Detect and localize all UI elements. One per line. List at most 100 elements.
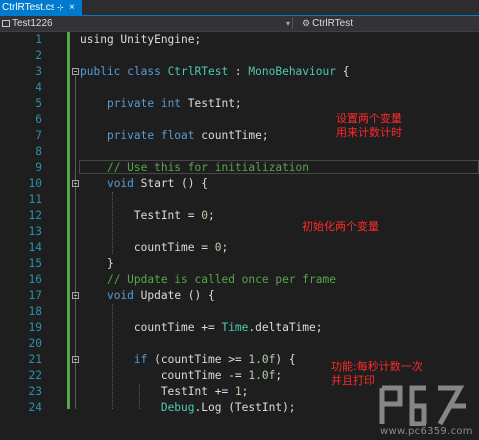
line-number: 7 — [35, 129, 42, 142]
collapse-icon[interactable] — [72, 292, 79, 299]
code-token: void — [106, 177, 134, 190]
code-line[interactable]: 15 } — [0, 256, 479, 272]
code-token: MonoBehaviour — [248, 65, 336, 78]
chevron-down-icon[interactable]: ▾ — [286, 16, 290, 31]
code-text: // Update is called once per frame — [80, 272, 336, 288]
line-number: 11 — [28, 193, 42, 206]
code-line[interactable]: 9 // Use this for initialization — [0, 160, 479, 176]
code-line[interactable]: 2 — [0, 48, 479, 64]
class-name: CtrlRTest — [312, 18, 354, 29]
navigation-bar: Test1226 ▾ ⚙ CtrlRTest — [0, 16, 479, 32]
code-line[interactable]: 4 — [0, 80, 479, 96]
code-token: countTime += — [80, 321, 222, 334]
line-number: 14 — [28, 241, 42, 254]
code-token: countTime; — [194, 129, 269, 142]
code-line[interactable]: 6 — [0, 112, 479, 128]
code-text: TestInt += 1; — [80, 384, 249, 400]
code-text: using UnityEngine; — [80, 32, 201, 48]
code-token: .Log (TestInt); — [194, 401, 296, 414]
line-number: 24 — [28, 401, 42, 414]
code-line[interactable]: 22 countTime -= 1.0f; — [0, 368, 479, 384]
code-token: // Update is called once per frame — [106, 273, 336, 286]
code-line[interactable]: 17 void Update () { — [0, 288, 479, 304]
line-number: 2 — [35, 49, 42, 62]
code-token: TestInt; — [181, 97, 242, 110]
code-text: private int TestInt; — [80, 96, 242, 112]
code-line[interactable]: 1 using UnityEngine; — [0, 32, 479, 48]
code-line[interactable]: 24 Debug.Log (TestInt); — [0, 400, 479, 416]
code-line[interactable]: 10 void Start () { — [0, 176, 479, 192]
code-token: CtrlRTest — [167, 65, 229, 78]
code-line[interactable]: 7 private float countTime; — [0, 128, 479, 144]
code-line[interactable]: 3 public class CtrlRTest : MonoBehaviour … — [0, 64, 479, 80]
line-number: 1 — [35, 33, 42, 46]
code-line[interactable]: 8 — [0, 144, 479, 160]
code-line[interactable]: 12 TestInt = 0; — [0, 208, 479, 224]
nav-divider — [292, 18, 293, 29]
code-token: private float — [106, 129, 195, 142]
code-token: if — [133, 353, 148, 366]
line-number: 3 — [35, 65, 42, 78]
code-token: using UnityEngine; — [80, 33, 202, 46]
collapse-icon[interactable] — [72, 356, 79, 363]
code-token: public class — [80, 65, 168, 78]
code-token: ) { — [275, 353, 296, 366]
line-number: 5 — [35, 97, 42, 110]
code-token: Update () { — [133, 289, 215, 302]
code-text: TestInt = 0; — [80, 208, 215, 224]
code-token: : — [228, 65, 249, 78]
code-text: countTime -= 1.0f; — [80, 368, 282, 384]
pin-icon[interactable]: ⊹ — [57, 0, 64, 15]
code-token: ; — [208, 209, 215, 222]
code-line[interactable]: 14 countTime = 0; — [0, 240, 479, 256]
close-icon[interactable]: × — [69, 0, 75, 15]
line-number: 12 — [28, 209, 42, 222]
line-number: 20 — [28, 337, 42, 350]
line-number: 17 — [28, 289, 42, 302]
code-token: Time — [221, 321, 249, 334]
code-text: // Use this for initialization — [80, 160, 309, 176]
project-icon — [2, 19, 10, 27]
code-text: countTime += Time.deltaTime; — [80, 320, 323, 336]
code-token: ; — [275, 369, 283, 382]
class-dropdown[interactable]: ⚙ CtrlRTest — [302, 16, 353, 31]
line-number: 8 — [35, 145, 42, 158]
watermark-url: www.pc6359.com — [380, 426, 473, 437]
code-line[interactable]: 18 — [0, 304, 479, 320]
code-line[interactable]: 21 if (countTime >= 1.0f) { — [0, 352, 479, 368]
code-text: public class CtrlRTest : MonoBehaviour { — [80, 64, 349, 80]
tab-label: CtrlRTest.cs — [2, 2, 54, 13]
code-text: countTime = 0; — [80, 240, 228, 256]
code-line[interactable]: 16 // Update is called once per frame — [0, 272, 479, 288]
class-icon: ⚙ — [302, 18, 311, 28]
code-line[interactable]: 11 — [0, 192, 479, 208]
tab-ctrlrtest-cs[interactable]: CtrlRTest.cs ⊹ × — [0, 0, 82, 15]
code-text: } — [80, 256, 114, 272]
line-number: 15 — [28, 257, 42, 270]
code-token: .deltaTime; — [248, 321, 323, 334]
code-line[interactable]: 5 private int TestInt; — [0, 96, 479, 112]
collapse-icon[interactable] — [72, 68, 79, 75]
code-token: countTime -= — [80, 369, 249, 382]
project-dropdown[interactable]: Test1226 — [2, 16, 53, 31]
code-token: countTime = — [80, 241, 215, 254]
collapse-icon[interactable] — [72, 180, 79, 187]
code-token: ; — [221, 241, 229, 254]
code-line[interactable]: 20 — [0, 336, 479, 352]
code-token: private int — [106, 97, 182, 110]
code-editor[interactable]: 设置两个变量 用来计数计时 初始化两个变量 功能:每秒计数一次 并且打印 www… — [0, 32, 479, 437]
line-number: 10 — [28, 177, 42, 190]
code-token: // Use this for initialization — [106, 161, 310, 174]
code-token: void — [106, 289, 134, 302]
code-token: } — [80, 257, 114, 270]
code-line[interactable]: 19 countTime += Time.deltaTime; — [0, 320, 479, 336]
code-token: TestInt = — [80, 209, 202, 222]
project-name: Test1226 — [12, 18, 53, 29]
code-token: Start () { — [133, 177, 208, 190]
code-line[interactable]: 13 — [0, 224, 479, 240]
code-line[interactable]: 23 TestInt += 1; — [0, 384, 479, 400]
code-text: if (countTime >= 1.0f) { — [80, 352, 296, 368]
